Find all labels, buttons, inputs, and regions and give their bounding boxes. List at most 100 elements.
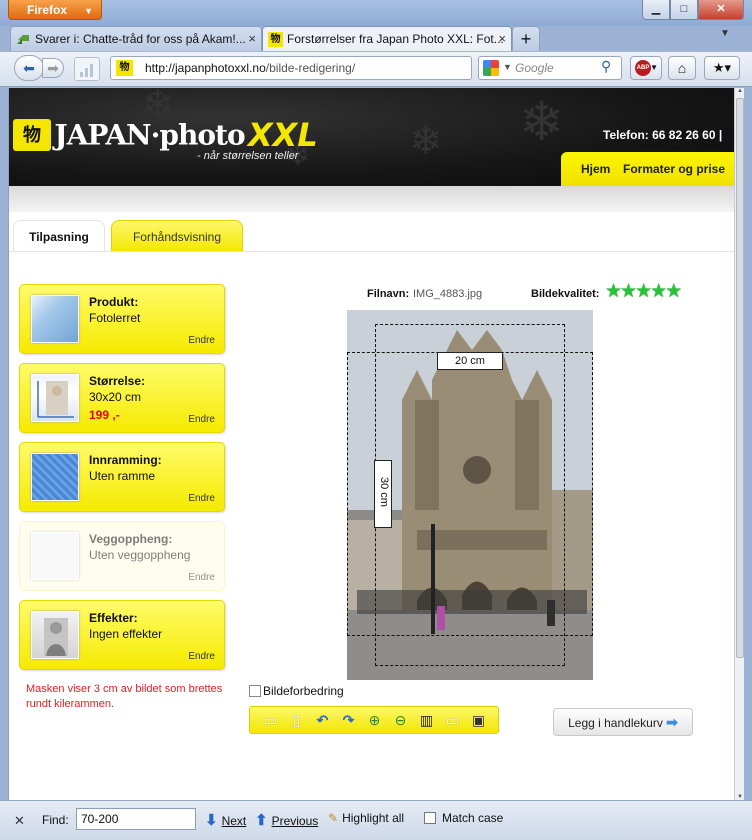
bookmarks-star-icon: ★▾ (712, 60, 732, 75)
reset-icon[interactable]: ▣ (470, 712, 487, 729)
arrow-up-icon: ⬆ (255, 812, 268, 829)
signal-icon[interactable] (74, 57, 100, 81)
change-link[interactable]: Endre (188, 651, 215, 662)
url-text[interactable]: http://japanphotoxxl.no/bilde-redigering… (145, 61, 355, 75)
tab-forhandsvisning[interactable]: Forhåndsvisning (111, 220, 243, 252)
search-placeholder[interactable]: Google (515, 61, 554, 75)
new-tab-button[interactable]: + (512, 26, 540, 52)
snowflake-decoration-icon: ❄ (519, 92, 565, 152)
vertical-scrollbar[interactable]: ▲ ▼ (734, 88, 744, 800)
step-value: Uten veggoppheng (89, 548, 191, 562)
tab-tilpasning[interactable]: Tilpasning (13, 220, 105, 252)
bookmarks-button[interactable]: ★▾ (704, 56, 740, 80)
quality-star-icon: ★ (605, 281, 622, 302)
logo-xxl: XXL (247, 116, 318, 154)
size-thumbnail (31, 374, 79, 422)
height-dimension-label: 30 cm (374, 460, 392, 528)
firefox-menu-button[interactable]: Firefox ▼ (8, 0, 102, 20)
price-label: 199 ,- (89, 408, 120, 422)
find-previous-button[interactable]: ⬆ Previous (255, 811, 318, 829)
add-to-cart-button[interactable]: Legg i handlekurv ➡ (553, 708, 693, 736)
quality-star-icon: ★ (650, 281, 667, 302)
height-dimension-text: 30 cm (378, 477, 390, 507)
step-card-framing[interactable]: Innramming: Uten ramme Endre (19, 442, 225, 512)
tab-title: Svarer i: Chatte-tråd for oss på Akam!..… (35, 32, 246, 46)
find-input[interactable]: 70-200 (76, 808, 196, 830)
adblock-button[interactable]: ABP ▼ (630, 56, 662, 80)
step-card-product[interactable]: Produkt: Fotolerret Endre (19, 284, 225, 354)
step-title: Størrelse: (89, 374, 146, 388)
step-title: Veggoppheng: (89, 532, 173, 546)
find-bar: ✕ Find: 70-200 ⬇ Next ⬆ Previous ✎ Highligh… (0, 800, 752, 840)
minimize-button[interactable]: ▁ (642, 0, 670, 20)
enhance-checkbox[interactable]: Bildeforbedring (249, 684, 344, 698)
close-tab-icon[interactable]: × (248, 27, 256, 51)
find-label: Find: (42, 813, 69, 827)
tab-list-chevron-icon[interactable]: ▼ (720, 28, 730, 39)
site-identity-icon[interactable]: 物 (116, 60, 133, 76)
zoom-in-icon[interactable]: ⊕ (366, 712, 383, 729)
checkbox-icon[interactable] (249, 685, 261, 697)
browser-tab-japanphoto[interactable]: 物 Forstørrelser fra Japan Photo XXL: Fot… (262, 26, 512, 52)
arrow-down-icon: ⬇ (205, 812, 218, 829)
firefox-menu-label: Firefox (27, 3, 68, 17)
find-previous-label: Previous (271, 814, 319, 828)
nav-link-formats-prices[interactable]: Formater og prise (623, 162, 725, 176)
fit-icon[interactable]: ▭ (444, 712, 461, 729)
effects-thumbnail (31, 611, 79, 659)
film-frame-icon[interactable]: ▥ (418, 712, 435, 729)
match-case-checkbox[interactable]: Match case (424, 811, 503, 825)
mask-note: Masken viser 3 cm av bildet som brettes … (26, 683, 223, 710)
search-icon[interactable]: ⚲ (601, 58, 611, 75)
rotate-right-icon[interactable]: ↷ (340, 712, 357, 729)
image-toolbar: ▭ ▯ ↶ ↷ ⊕ ⊖ ▥ ▭ ▣ (249, 706, 499, 734)
phone-number: Telefon: 66 82 26 60 | (603, 128, 723, 142)
site-tagline: - når størrelsen teller (197, 150, 299, 162)
change-link[interactable]: Endre (188, 493, 215, 504)
step-card-size[interactable]: Størrelse: 30x20 cm 199 ,- Endre (19, 363, 225, 433)
filename-label: Filnavn: (367, 288, 410, 300)
scrollbar-thumb[interactable] (736, 98, 744, 658)
site-logo[interactable]: 物 JAPAN·photo XXL (13, 116, 318, 154)
address-bar[interactable]: 物 http://japanphotoxxl.no/bilde-redigeri… (110, 56, 571, 80)
step-card-effects[interactable]: Effekter: Ingen effekter Endre (19, 600, 225, 670)
step-value: Uten ramme (89, 469, 156, 483)
rotate-left-icon[interactable]: ↶ (314, 712, 331, 729)
tab-title: Forstørrelser fra Japan Photo XXL: Fot..… (287, 32, 504, 46)
arrow-right-icon: ➡ (666, 714, 678, 730)
back-button[interactable]: ⬅ (14, 55, 44, 81)
step-title: Innramming: (89, 453, 162, 467)
step-value: Ingen effekter (89, 627, 163, 641)
landscape-orientation-icon[interactable]: ▭ (262, 712, 279, 729)
find-next-button[interactable]: ⬇ Next (205, 811, 246, 829)
highlight-all-label: Highlight all (342, 811, 405, 825)
scroll-up-icon[interactable]: ▲ (735, 88, 745, 94)
search-engine-chevron-icon[interactable]: ▼ (503, 62, 512, 72)
checkbox-icon[interactable] (424, 812, 436, 824)
change-link[interactable]: Endre (188, 414, 215, 425)
close-findbar-icon[interactable]: ✕ (14, 813, 25, 829)
logo-wordmark: JAPAN·photo (54, 118, 245, 152)
google-icon[interactable] (483, 60, 499, 76)
portrait-orientation-icon[interactable]: ▯ (288, 712, 305, 729)
step-title: Produkt: (89, 295, 139, 309)
step-card-wall-hanging: Veggoppheng: Uten veggoppheng Endre (19, 521, 225, 591)
highlight-all-button[interactable]: ✎ Highlight all (328, 811, 404, 825)
frame-thumbnail (31, 453, 79, 501)
browser-tab-chat[interactable]: Svarer i: Chatte-tråd for oss på Akam!..… (10, 26, 262, 52)
forward-button[interactable]: ➡ (42, 58, 64, 78)
quality-star-icon: ★ (620, 281, 637, 302)
maximize-button[interactable]: □ (670, 0, 698, 20)
close-tab-icon[interactable]: × (498, 27, 506, 51)
change-link[interactable]: Endre (188, 335, 215, 346)
photo-preview[interactable]: 20 cm 30 cm (347, 310, 593, 680)
zoom-out-icon[interactable]: ⊖ (392, 712, 409, 729)
filename-value: IMG_4883.jpg (413, 288, 483, 300)
japanphoto-favicon-icon: 物 (268, 32, 283, 47)
quality-star-icon: ★ (635, 281, 652, 302)
close-window-button[interactable]: ✕ (698, 0, 744, 20)
home-button[interactable]: ⌂ (668, 56, 696, 80)
search-bar[interactable]: ▼ Google ⚲ (478, 56, 622, 80)
adblock-icon: ABP (635, 60, 651, 76)
nav-link-home[interactable]: Hjem (581, 162, 610, 176)
